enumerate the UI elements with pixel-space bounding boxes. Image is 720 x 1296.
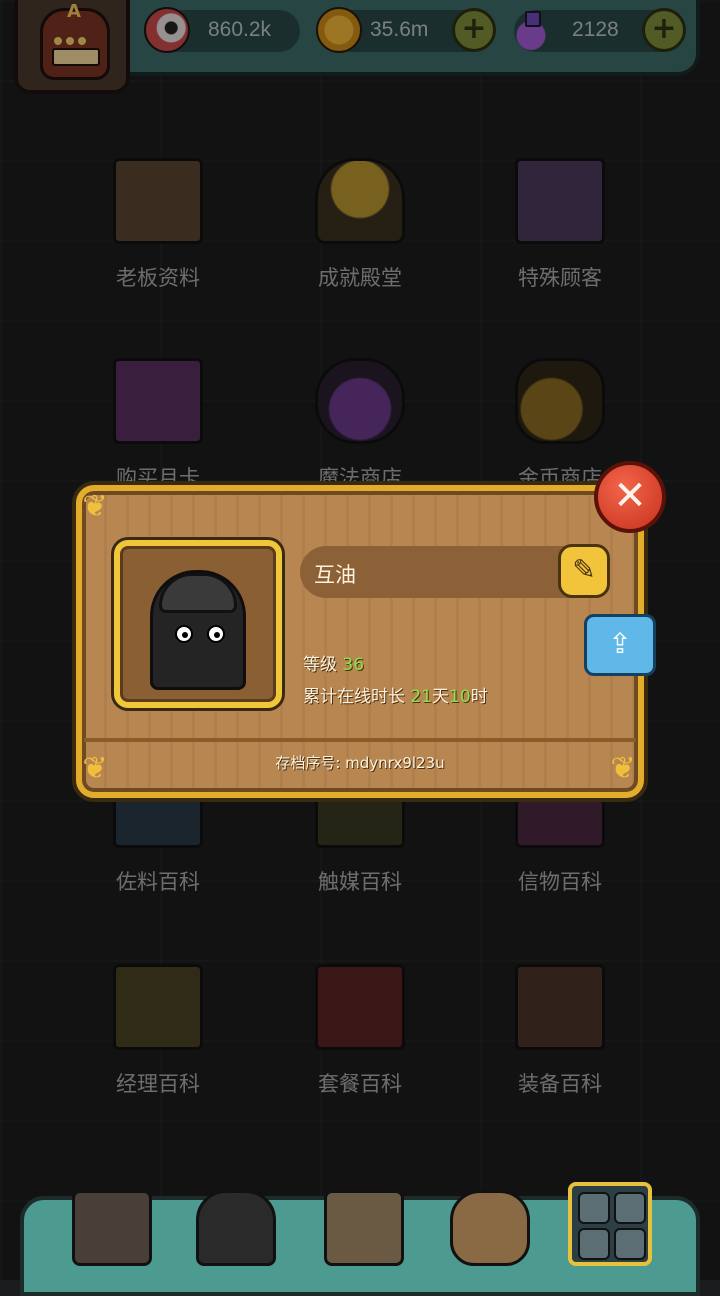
close-button[interactable]: ✕ bbox=[594, 461, 666, 533]
nav-book-icon[interactable] bbox=[324, 1190, 404, 1266]
nav-monster-icon[interactable] bbox=[196, 1190, 276, 1266]
hours-unit: 时 bbox=[470, 687, 488, 707]
corner-swirl-icon: ❦ bbox=[610, 751, 636, 786]
nav-menu-grid-icon[interactable] bbox=[568, 1182, 652, 1266]
divider bbox=[84, 738, 636, 742]
player-name: 互油 bbox=[314, 563, 356, 587]
ghost-avatar-icon bbox=[150, 570, 246, 690]
avatar-eye bbox=[175, 625, 193, 643]
avatar-eye bbox=[207, 625, 225, 643]
archive-id: 存档序号: mdynrx9l23u bbox=[275, 754, 445, 772]
online-time-row: 累计在线时长 21天10时 bbox=[303, 682, 488, 707]
corner-swirl-icon: ❦ bbox=[82, 489, 108, 524]
corner-swirl-icon: ❦ bbox=[82, 751, 108, 786]
player-avatar[interactable] bbox=[114, 540, 282, 708]
beanie-hat bbox=[159, 573, 237, 613]
share-button[interactable]: ⇪ bbox=[584, 614, 656, 676]
level-row: 等级 36 bbox=[303, 650, 364, 675]
nav-shop-building-icon[interactable] bbox=[72, 1190, 152, 1266]
online-time-label: 累计在线时长 bbox=[303, 687, 405, 707]
edit-name-button[interactable]: ✎ bbox=[558, 544, 610, 598]
level-value: 36 bbox=[342, 655, 365, 675]
online-days: 21 bbox=[410, 687, 433, 707]
online-hours: 10 bbox=[449, 687, 471, 707]
nav-money-bag-icon[interactable] bbox=[450, 1190, 530, 1266]
days-unit: 天 bbox=[432, 687, 450, 707]
level-label: 等级 bbox=[303, 655, 337, 675]
